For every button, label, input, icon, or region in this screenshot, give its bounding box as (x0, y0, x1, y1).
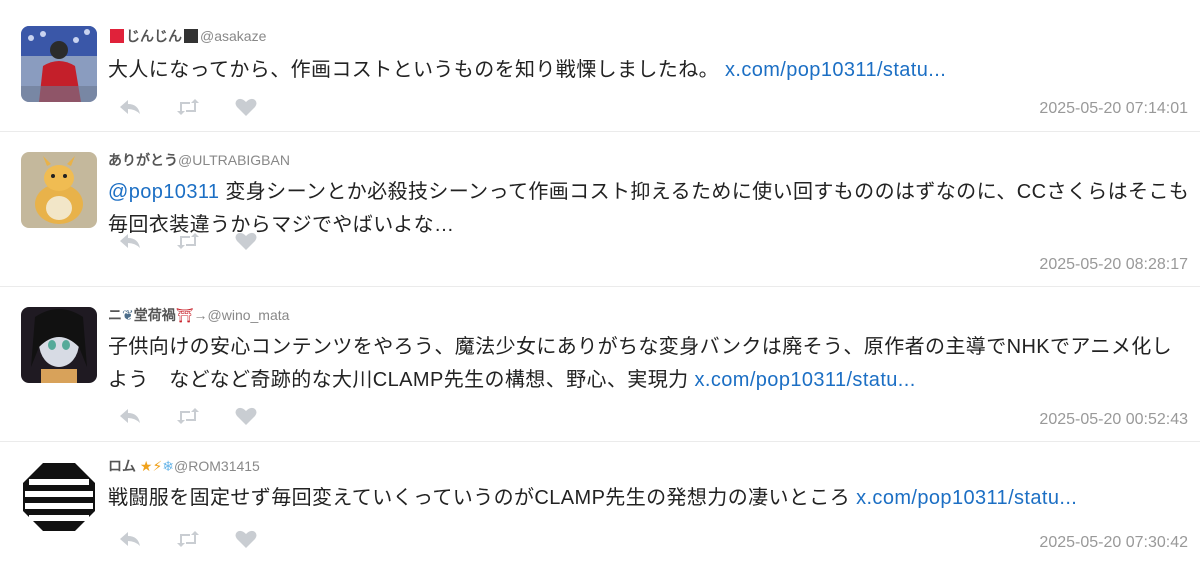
avatar-image (21, 152, 97, 228)
author-line: ありがとう@ULTRABIGBAN (108, 150, 1190, 170)
display-name-part-1[interactable]: ニ (108, 307, 122, 323)
retweet-icon[interactable] (175, 528, 201, 550)
heart-icon[interactable] (233, 230, 259, 252)
tweet-actions (117, 528, 259, 550)
black-square-icon (184, 29, 198, 43)
reply-icon[interactable] (117, 230, 143, 252)
tweet-actions (117, 230, 259, 252)
display-name-part-2[interactable]: 堂荷禍 (134, 307, 176, 323)
display-name[interactable]: ロム (108, 458, 136, 474)
tweet-text: 子供向けの安心コンテンツをやろう、魔法少女にありがちな変身バンクは廃そう、原作者… (108, 331, 1190, 397)
avatar-image (21, 307, 97, 383)
tweet-item: ロム ★⚡❄@ROM31415 戦闘服を固定せず毎回変えていくっていうのがCLA… (0, 442, 1200, 562)
reply-icon[interactable] (117, 528, 143, 550)
tweet-feed: じんじん @asakaze 大人になってから、作画コストというものを知り戦慄しまし… (0, 0, 1200, 562)
mention-link[interactable]: @pop10311 (108, 181, 219, 203)
arrow-glyph: → (193, 307, 208, 323)
tweet-body: 子供向けの安心コンテンツをやろう、魔法少女にありがちな変身バンクは廃そう、原作者… (108, 336, 1173, 391)
star-icon: ★ (139, 458, 153, 474)
display-name[interactable]: じんじん (126, 28, 182, 44)
tweet-link[interactable]: x.com/pop10311/statu... (725, 59, 946, 81)
tweet-body: 大人になってから、作画コストというものを知り戦慄しましたね。 (108, 59, 719, 81)
tweet-body: 戦闘服を固定せず毎回変えていくっていうのがCLAMP先生の発想力の凄いところ (108, 487, 851, 509)
avatar[interactable] (21, 307, 97, 383)
feather-icon: ❦ (122, 307, 134, 323)
avatar[interactable] (21, 26, 97, 102)
avatar[interactable] (21, 459, 97, 535)
timestamp[interactable]: 2025-05-20 08:28:17 (1039, 256, 1188, 274)
retweet-icon[interactable] (175, 96, 201, 118)
tweet-actions (117, 96, 259, 118)
display-name[interactable]: ありがとう (108, 152, 178, 168)
tweet-link[interactable]: x.com/pop10311/statu... (694, 369, 915, 391)
avatar-image (21, 26, 97, 102)
retweet-icon[interactable] (175, 405, 201, 427)
tweet-actions (117, 405, 259, 427)
retweet-icon[interactable] (175, 230, 201, 252)
user-handle[interactable]: @ULTRABIGBAN (178, 152, 290, 168)
tweet-text: 戦闘服を固定せず毎回変えていくっていうのがCLAMP先生の発想力の凄いところ x… (108, 482, 1190, 515)
timestamp[interactable]: 2025-05-20 00:52:43 (1039, 411, 1188, 429)
tweet-text: 大人になってから、作画コストというものを知り戦慄しましたね。 x.com/pop… (108, 54, 1190, 87)
reply-icon[interactable] (117, 405, 143, 427)
timestamp[interactable]: 2025-05-20 07:30:42 (1039, 534, 1188, 552)
author-line: じんじん @asakaze (108, 26, 1190, 46)
heart-icon[interactable] (233, 405, 259, 427)
heart-icon[interactable] (233, 96, 259, 118)
author-line: ニ❦堂荷禍⛩→@wino_mata (108, 305, 1190, 325)
timestamp[interactable]: 2025-05-20 07:14:01 (1039, 100, 1188, 118)
snowflake-icon: ❄ (162, 458, 175, 474)
tweet-link[interactable]: x.com/pop10311/statu... (856, 487, 1077, 509)
user-handle[interactable]: @ROM31415 (174, 458, 260, 474)
tweet-item: ありがとう@ULTRABIGBAN @pop10311 変身シーンとか必殺技シー… (0, 132, 1200, 287)
user-handle[interactable]: @asakaze (200, 28, 266, 44)
tweet-body: 変身シーンとか必殺技シーンって作画コスト抑えるために使い回すもののはずなのに、C… (108, 181, 1190, 236)
torii-icon: ⛩ (175, 307, 194, 323)
reply-icon[interactable] (117, 96, 143, 118)
heart-icon[interactable] (233, 528, 259, 550)
red-square-icon (110, 29, 124, 43)
tweet-text: @pop10311 変身シーンとか必殺技シーンって作画コスト抑えるために使い回す… (108, 176, 1190, 242)
lightning-icon: ⚡ (152, 458, 163, 474)
user-handle[interactable]: @wino_mata (208, 307, 290, 323)
tweet-item: ニ❦堂荷禍⛩→@wino_mata 子供向けの安心コンテンツをやろう、魔法少女に… (0, 287, 1200, 442)
avatar[interactable] (21, 152, 97, 228)
author-line: ロム ★⚡❄@ROM31415 (108, 456, 1190, 476)
tweet-item: じんじん @asakaze 大人になってから、作画コストというものを知り戦慄しまし… (0, 0, 1200, 132)
avatar-image (21, 459, 97, 535)
